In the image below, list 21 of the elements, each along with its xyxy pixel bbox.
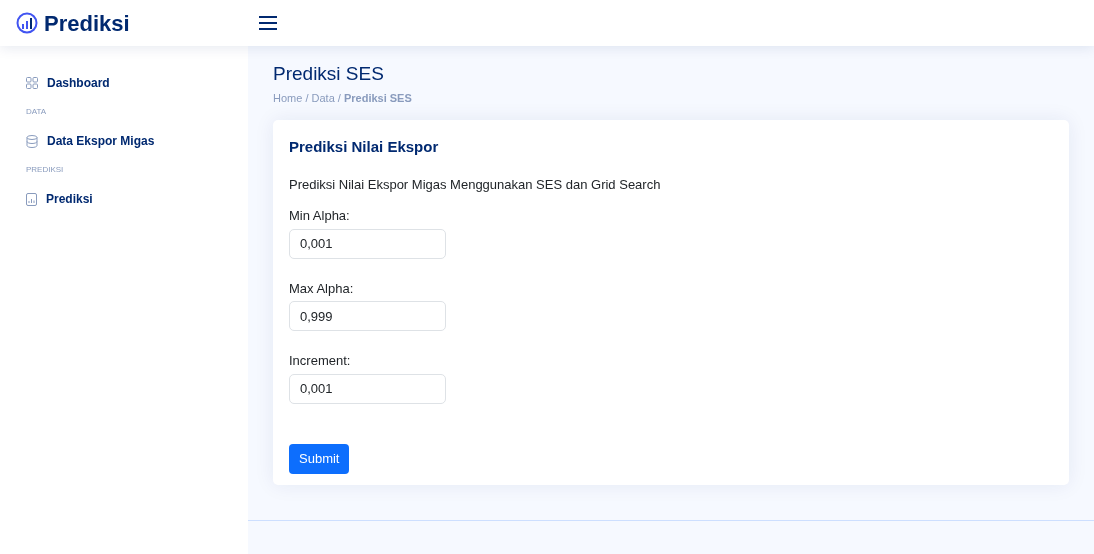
input-field[interactable]: 0,001 — [289, 373, 446, 404]
input-field[interactable]: 0,001 — [289, 228, 446, 259]
grid-icon — [26, 77, 38, 89]
input-field[interactable]: 0,999 — [289, 301, 446, 331]
menu-icon[interactable] — [258, 15, 278, 31]
card-description: Prediksi Nilai Ekspor Migas Menggunakan SES dan Grid Search — [289, 175, 662, 194]
database-icon — [26, 134, 38, 148]
sidebar-link[interactable]: Dashboard — [26, 70, 248, 96]
chart-file-icon — [26, 192, 37, 206]
submit-button[interactable]: Submit — [289, 443, 350, 474]
sidebar-link[interactable]: Data Ekspor Migas — [26, 128, 248, 154]
sidebar-heading: PREDIKSI — [26, 164, 65, 176]
page-title: Prediksi SES — [273, 62, 385, 86]
brand-name[interactable]: Prediksi — [44, 6, 130, 40]
logo-icon — [16, 12, 38, 34]
field-label: Increment: — [289, 352, 352, 370]
sidebar-heading: DATA — [26, 106, 48, 118]
field-label: Max Alpha: — [289, 279, 355, 298]
field-label: Min Alpha: — [289, 207, 351, 225]
card-title: Prediksi Nilai Ekspor — [289, 137, 440, 157]
sidebar-link[interactable]: Prediksi — [26, 186, 248, 212]
